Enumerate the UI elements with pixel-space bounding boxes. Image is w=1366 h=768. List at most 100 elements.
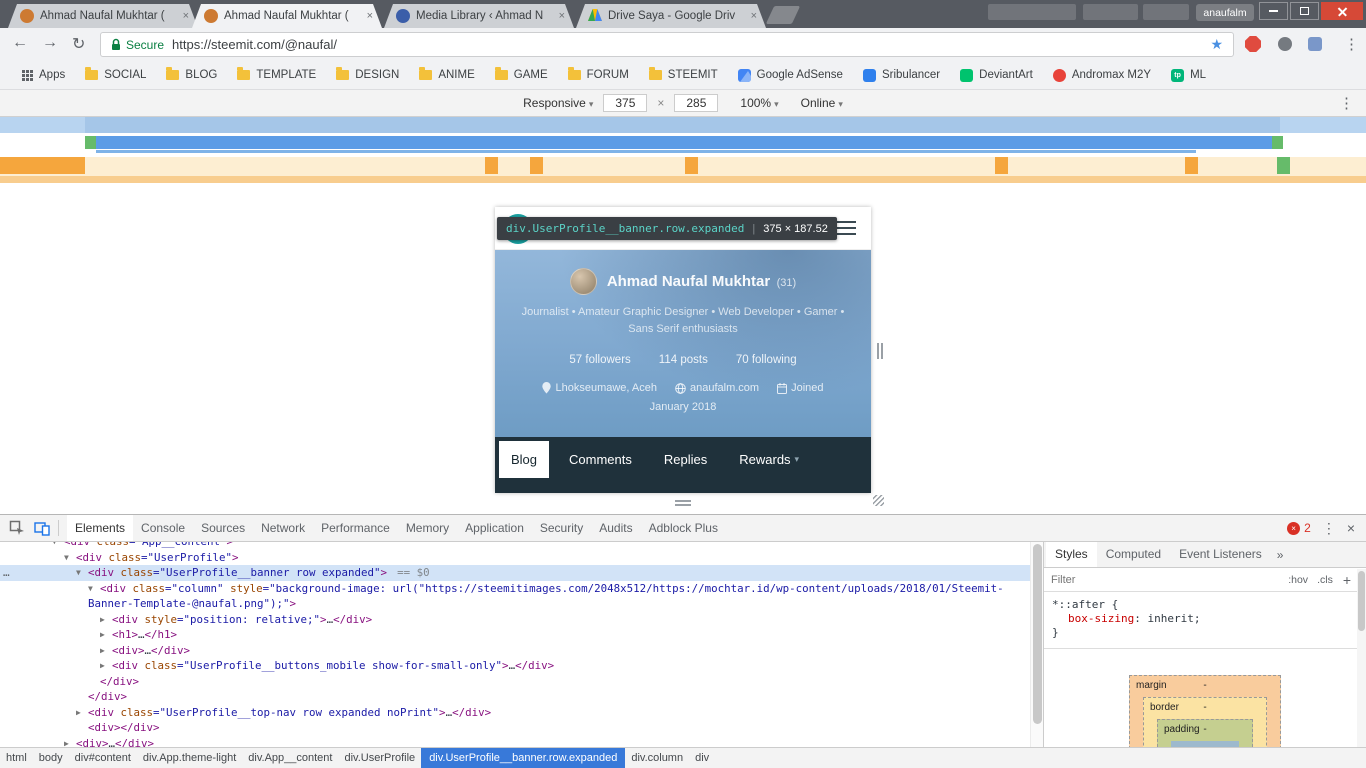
extension-icon[interactable] [1278,37,1292,51]
tabs-overflow-icon[interactable]: » [1271,548,1290,562]
breadcrumb[interactable]: html [0,748,33,768]
bookmark-folder-steemit[interactable]: STEEMIT [639,67,728,81]
dom-line[interactable]: ▶ <div>…</div> [0,736,1030,748]
devtools-close-icon[interactable]: × [1347,520,1355,536]
bookmark-google-adsense[interactable]: Google AdSense [728,68,853,82]
bookmark-deviantart[interactable]: DeviantArt [950,68,1043,82]
browser-tab-1[interactable]: Ahmad Naufal Mukhtar ( × [8,4,198,28]
bookmark-folder-game[interactable]: GAME [485,67,558,81]
bookmark-star-icon[interactable]: ★ [1210,36,1223,53]
devtools-kebab-icon[interactable]: ⋮ [1322,520,1336,537]
viewport-resize-handle-corner[interactable] [873,495,884,506]
gutter-ellipsis-icon[interactable]: … [3,566,10,579]
devtools-tab-security[interactable]: Security [532,515,591,541]
dom-line[interactable]: ▼<div class="App__content"> [0,542,1030,550]
breadcrumb[interactable]: div.UserProfile [338,748,421,768]
website-item[interactable]: anaufalm.com [675,382,759,394]
console-error-badge[interactable]: × 2 [1287,521,1311,535]
expand-arrow-icon[interactable]: ▼ [88,581,93,597]
back-icon[interactable]: ← [12,34,28,52]
element-classes-button[interactable]: .cls [1317,574,1333,586]
devtools-tab-memory[interactable]: Memory [398,515,457,541]
tab-replies[interactable]: Replies [652,441,719,478]
devtools-tab-elements[interactable]: Elements [67,515,134,541]
devtools-tab-adblock-plus[interactable]: Adblock Plus [641,515,726,541]
viewport-height-input[interactable] [674,94,719,112]
secure-chip[interactable]: Secure [111,38,164,52]
css-selector[interactable]: *::after [1052,598,1105,611]
collapsed-arrow-icon[interactable]: ▶ [64,736,69,748]
css-value[interactable]: : inherit; [1134,612,1200,625]
forward-icon[interactable]: → [42,34,58,52]
dom-line[interactable]: </div> [0,674,1030,690]
scrollbar-thumb[interactable] [1033,544,1042,725]
tab-close-icon[interactable]: × [183,10,189,22]
dom-line[interactable]: ▶ <div class="UserProfile__top-nav row ex… [0,705,1030,721]
dom-line[interactable]: ▶ <div class="UserProfile__buttons_mobile… [0,658,1030,674]
browser-tab-3[interactable]: Media Library ‹ Ahmad N × [384,4,574,28]
breadcrumb[interactable]: div [689,748,715,768]
tab-close-icon[interactable]: × [751,10,757,22]
bookmark-folder-forum[interactable]: FORUM [558,67,639,81]
devtools-tab-audits[interactable]: Audits [591,515,640,541]
bookmark-folder-design[interactable]: DESIGN [326,67,409,81]
media-query-bar-ranges[interactable] [0,136,1366,153]
breadcrumb[interactable]: div.column [625,748,689,768]
dom-line[interactable]: </div> [0,689,1030,705]
window-maximize-button[interactable] [1290,2,1319,20]
devtools-tab-application[interactable]: Application [457,515,532,541]
following-stat[interactable]: 70 following [736,354,797,366]
breadcrumb-active[interactable]: div.UserProfile__banner.row.expanded [421,748,626,768]
followers-stat[interactable]: 57 followers [569,354,630,366]
collapsed-arrow-icon[interactable]: ▶ [100,658,105,674]
dom-line-wrap[interactable]: Banner-Template-@naufal.png");"> [0,596,1030,612]
collapsed-arrow-icon[interactable]: ▶ [76,705,81,721]
viewport-width-input[interactable] [603,94,648,112]
browser-tab-2-active[interactable]: Ahmad Naufal Mukhtar ( × [192,4,382,28]
adblock-plus-extension-icon[interactable] [1245,36,1261,52]
dom-line[interactable]: ▶ <div>…</div> [0,643,1030,659]
collapsed-arrow-icon[interactable]: ▶ [100,627,105,643]
expand-arrow-icon[interactable]: ▼ [64,550,69,566]
toggle-device-toolbar-icon[interactable] [34,521,50,536]
viewport-resize-handle-right[interactable] [877,343,885,359]
address-bar[interactable]: Secure https://steemit.com/@naufal/ ★ [100,32,1234,57]
tab-rewards[interactable]: Rewards ▾ [727,441,811,478]
zoom-select[interactable]: 100% ▾ [740,96,778,110]
bookmark-folder-blog[interactable]: BLOG [156,67,227,81]
devtools-tab-sources[interactable]: Sources [193,515,253,541]
window-minimize-button[interactable] [1259,2,1288,20]
tab-event-listeners[interactable]: Event Listeners [1170,542,1271,567]
url-text[interactable]: https://steemit.com/@naufal/ [172,37,337,52]
breadcrumb[interactable]: div.App__content [242,748,338,768]
bookmark-ml[interactable]: tp ML [1161,68,1216,82]
browser-tab-4[interactable]: Drive Saya - Google Driv × [576,4,766,28]
breadcrumb[interactable]: div#content [69,748,137,768]
bookmark-andromax[interactable]: Andromax M2Y [1043,68,1161,82]
dom-line[interactable]: ▶ <div style="position: relative;">…</div… [0,612,1030,628]
bookmark-folder-social[interactable]: SOCIAL [75,67,156,81]
website-text[interactable]: anaufalm.com [690,382,759,394]
expand-arrow-icon[interactable]: ▼ [76,565,81,581]
tab-styles[interactable]: Styles [1046,542,1097,567]
apps-shortcut[interactable]: Apps [12,69,75,81]
dom-line[interactable]: ▼ <div class="UserProfile"> [0,550,1030,566]
tab-blog[interactable]: Blog [499,441,550,478]
tab-comments[interactable]: Comments [557,441,644,478]
dom-line-selected[interactable]: ▼ <div class="UserProfile__banner row exp… [0,565,1030,581]
bookmark-sribulancer[interactable]: Sribulancer [853,68,950,82]
bookmark-folder-template[interactable]: TEMPLATE [227,67,326,81]
scrollbar-thumb[interactable] [1358,571,1365,631]
toggle-element-state-button[interactable]: :hov [1288,574,1308,586]
device-toolbar-kebab-icon[interactable]: ⋮ [1339,94,1354,112]
tab-close-icon[interactable]: × [367,10,373,22]
viewport-resize-handle-bottom[interactable] [675,500,691,508]
chrome-profile-badge[interactable]: anaufalm [1196,4,1254,21]
hamburger-menu-icon[interactable] [837,221,856,239]
devtools-tab-console[interactable]: Console [133,515,193,541]
window-close-button[interactable] [1321,2,1363,20]
media-query-bar-max-width[interactable] [0,117,1366,133]
dom-tree-scrollbar[interactable] [1030,542,1043,747]
expand-arrow-icon[interactable]: ▼ [52,542,57,550]
devtools-tab-network[interactable]: Network [253,515,313,541]
